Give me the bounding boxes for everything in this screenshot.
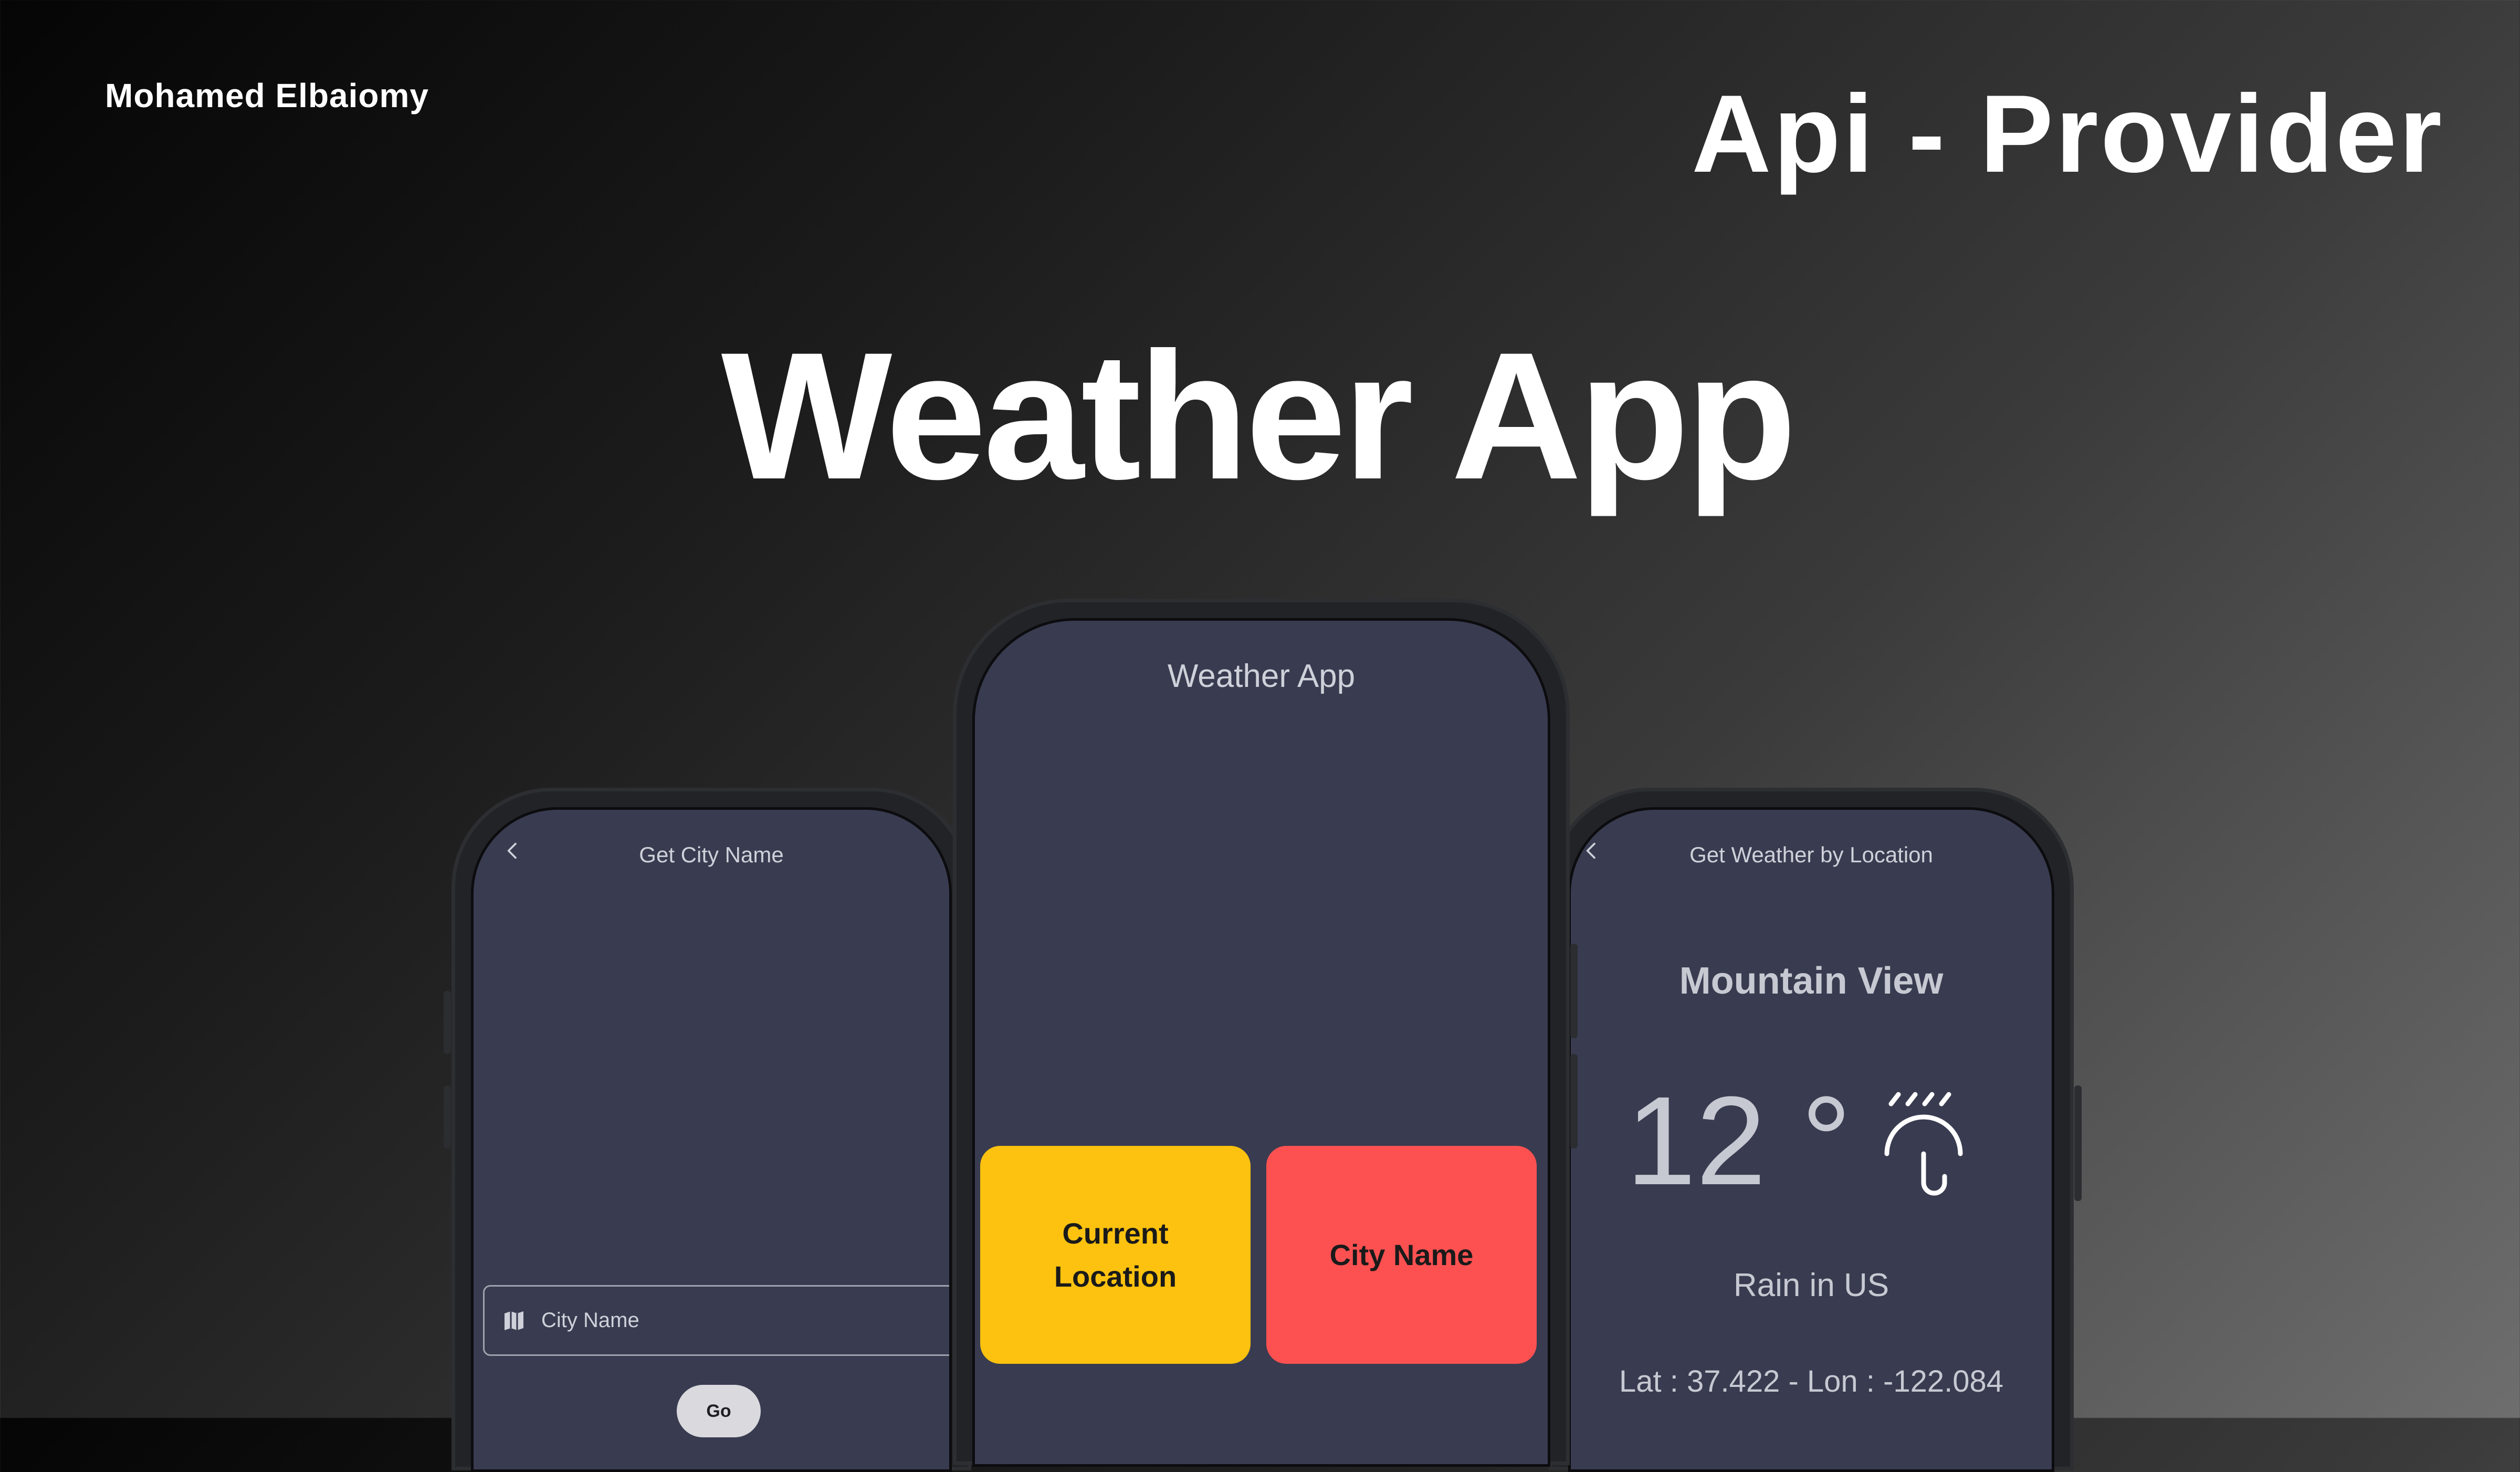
city-name-input[interactable] <box>540 1308 857 1333</box>
city-name: Mountain View <box>1679 960 1944 1002</box>
screen: Get Weather by Location Mountain View 12… <box>1568 807 2054 1472</box>
appbar-title: Weather App <box>1167 658 1356 694</box>
current-location-button[interactable]: Current Location <box>980 1146 1251 1364</box>
city-name-button[interactable]: City Name <box>1266 1146 1537 1364</box>
subtitle: Api - Provider <box>1692 72 2444 195</box>
rain-umbrella-icon <box>1884 1092 1963 1196</box>
appbar-title: Get City Name <box>639 842 784 867</box>
phone-get-city-name: Get City Name Go <box>444 788 971 1472</box>
phone-side-button <box>2074 1085 2082 1201</box>
phone-side-button <box>1570 1054 1578 1149</box>
appbar-title: Get Weather by Location <box>1689 842 1933 867</box>
main-title: Weather App <box>721 315 1797 517</box>
author-name: Mohamed Elbaiomy <box>105 77 429 114</box>
map-icon <box>505 1311 523 1330</box>
tile-label: Current Location <box>1054 1217 1177 1293</box>
phone-side-button <box>444 1085 451 1149</box>
weather-description: Rain in US <box>1733 1267 1889 1303</box>
go-button[interactable]: Go <box>677 1385 761 1437</box>
phone-side-button <box>1570 944 1578 1038</box>
screen: Weather App Current Location City Name <box>972 618 1550 1467</box>
phone-side-button <box>444 991 451 1054</box>
temperature: 12 ° <box>1626 1070 1852 1211</box>
screen: Get City Name Go <box>471 807 952 1472</box>
coordinates: Lat : 37.422 - Lon : -122.084 <box>1619 1364 2003 1398</box>
tile-label: City Name <box>1329 1238 1474 1271</box>
city-name-field[interactable] <box>483 1285 949 1356</box>
phone-get-weather-by-location: Get Weather by Location Mountain View 12… <box>1549 788 2082 1472</box>
phone-home: Weather App Current Location City Name <box>953 599 1578 1467</box>
